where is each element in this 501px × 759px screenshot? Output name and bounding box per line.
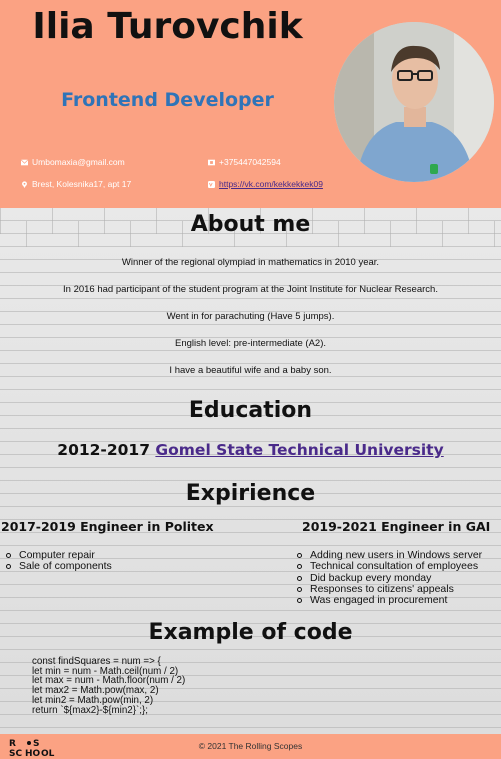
about-line: English level: pre-intermediate (A2). [174, 338, 326, 349]
job-list-politex: Computer repair Sale of components [6, 549, 112, 573]
page-title: Ilia Turovchik [32, 6, 303, 47]
profile-photo [334, 22, 494, 182]
header: Ilia Turovchik Frontend Developer Umboma… [0, 0, 501, 208]
experience-heading: Expirience [185, 481, 316, 506]
university-link[interactable]: Gomel State Technical University [155, 441, 443, 459]
bullet-icon [6, 553, 11, 558]
code-heading: Example of code [148, 620, 353, 645]
code-example: const findSquares = num => {let min = nu… [32, 657, 185, 715]
list-item: Sale of components [6, 561, 112, 572]
bullet-icon [297, 586, 302, 592]
contact-address: Brest, Kolesnika17, apt 17 [21, 179, 131, 190]
code-line: return `${max2}-${min2}`;}; [32, 704, 148, 716]
education-entry: 2012-2017 Gomel State Technical Universi… [0, 440, 501, 460]
bullet-icon [297, 575, 302, 581]
education-years: 2012-2017 [57, 441, 150, 459]
contact-email: Umbomaxia@gmail.com [21, 157, 125, 168]
about-line: Went in for parachuting (Have 5 jumps). [166, 311, 335, 322]
footer: R S SC HO OL © 2021 The Rolling Scopes [0, 734, 501, 759]
list-item: Was engaged in procurement [297, 595, 482, 606]
address-text: Brest, Kolesnika17, apt 17 [32, 179, 132, 189]
phone-text: +375447042594 [219, 157, 281, 167]
copyright-text: © 2021 The Rolling Scopes [198, 741, 303, 751]
vk-link[interactable]: https://vk.com/kekkekkek09 [219, 179, 323, 189]
email-text: Umbomaxia@gmail.com [32, 157, 125, 167]
avatar [334, 22, 494, 182]
job-list-gai: Adding new users in Windows server Techn… [297, 549, 482, 606]
contact-phone: +375447042594 [208, 157, 281, 168]
mail-icon [21, 158, 28, 165]
vk-icon [208, 180, 215, 188]
about-heading: About me [190, 212, 311, 237]
job-title-politex: 2017-2019 Engineer in Politex [1, 519, 214, 534]
phone-icon [208, 159, 215, 165]
job-title-gai: 2019-2021 Engineer in GAI [302, 519, 491, 534]
location-icon [22, 180, 27, 188]
contact-vk: https://vk.com/kekkekkek09 [208, 179, 323, 190]
about-line: I have a beautiful wife and a baby son. [169, 365, 332, 376]
about-line: Winner of the regional olympiad in mathe… [121, 257, 380, 268]
about-line: In 2016 had participant of the student p… [63, 284, 438, 295]
education-heading: Education [188, 398, 313, 423]
job-role: Frontend Developer [61, 89, 274, 111]
bullet-icon [297, 553, 302, 558]
